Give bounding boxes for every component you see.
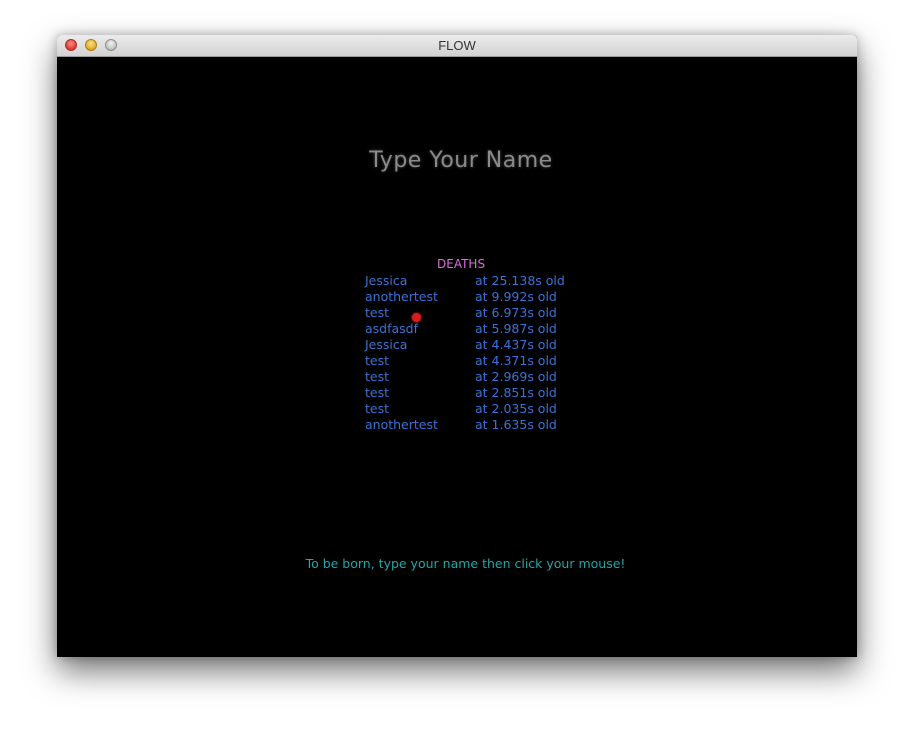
- death-name: Jessica: [365, 337, 408, 352]
- death-entry: test at 2.851s old: [365, 385, 565, 401]
- death-age: at 4.371s old: [475, 353, 557, 368]
- player-cursor-dot: [412, 313, 421, 322]
- app-window: FLOW Type Your Name DEATHS Jessica at 25.…: [57, 35, 857, 657]
- death-name: test: [365, 353, 390, 368]
- death-entry: test at 2.035s old: [365, 401, 565, 417]
- death-entry: test at 2.969s old: [365, 369, 565, 385]
- name-prompt: Type Your Name: [369, 148, 553, 173]
- death-name: anothertest: [365, 417, 438, 432]
- game-canvas[interactable]: Type Your Name DEATHS Jessica at 25.138s …: [57, 57, 857, 657]
- death-entry: anothertest at 9.992s old: [365, 289, 565, 305]
- death-age: at 25.138s old: [475, 273, 565, 288]
- death-name: test: [365, 385, 390, 400]
- death-name: asdfasdf: [365, 321, 419, 336]
- death-age: at 4.437s old: [475, 337, 557, 352]
- death-age: at 2.969s old: [475, 369, 557, 384]
- birth-instruction: To be born, type your name then click yo…: [305, 556, 626, 571]
- deaths-header: DEATHS: [437, 257, 486, 271]
- title-bar[interactable]: FLOW: [57, 35, 857, 57]
- death-age: at 6.973s old: [475, 305, 557, 320]
- death-name: test: [365, 369, 390, 384]
- death-age: at 1.635s old: [475, 417, 557, 432]
- deaths-list: Jessica at 25.138s old anothertest at 9.99…: [365, 273, 565, 433]
- death-name: Jessica: [365, 273, 408, 288]
- death-entry: test at 6.973s old: [365, 305, 565, 321]
- death-age: at 5.987s old: [475, 321, 557, 336]
- window-title: FLOW: [438, 38, 476, 53]
- death-name: anothertest: [365, 289, 438, 304]
- death-entry: asdfasdf at 5.987s old: [365, 321, 565, 337]
- death-entry: Jessica at 4.437s old: [365, 337, 565, 353]
- death-age: at 2.035s old: [475, 401, 557, 416]
- death-age: at 9.992s old: [475, 289, 557, 304]
- death-name: test: [365, 401, 390, 416]
- death-entry: Jessica at 25.138s old: [365, 273, 565, 289]
- death-age: at 2.851s old: [475, 385, 557, 400]
- death-entry: anothertest at 1.635s old: [365, 417, 565, 433]
- death-entry: test at 4.371s old: [365, 353, 565, 369]
